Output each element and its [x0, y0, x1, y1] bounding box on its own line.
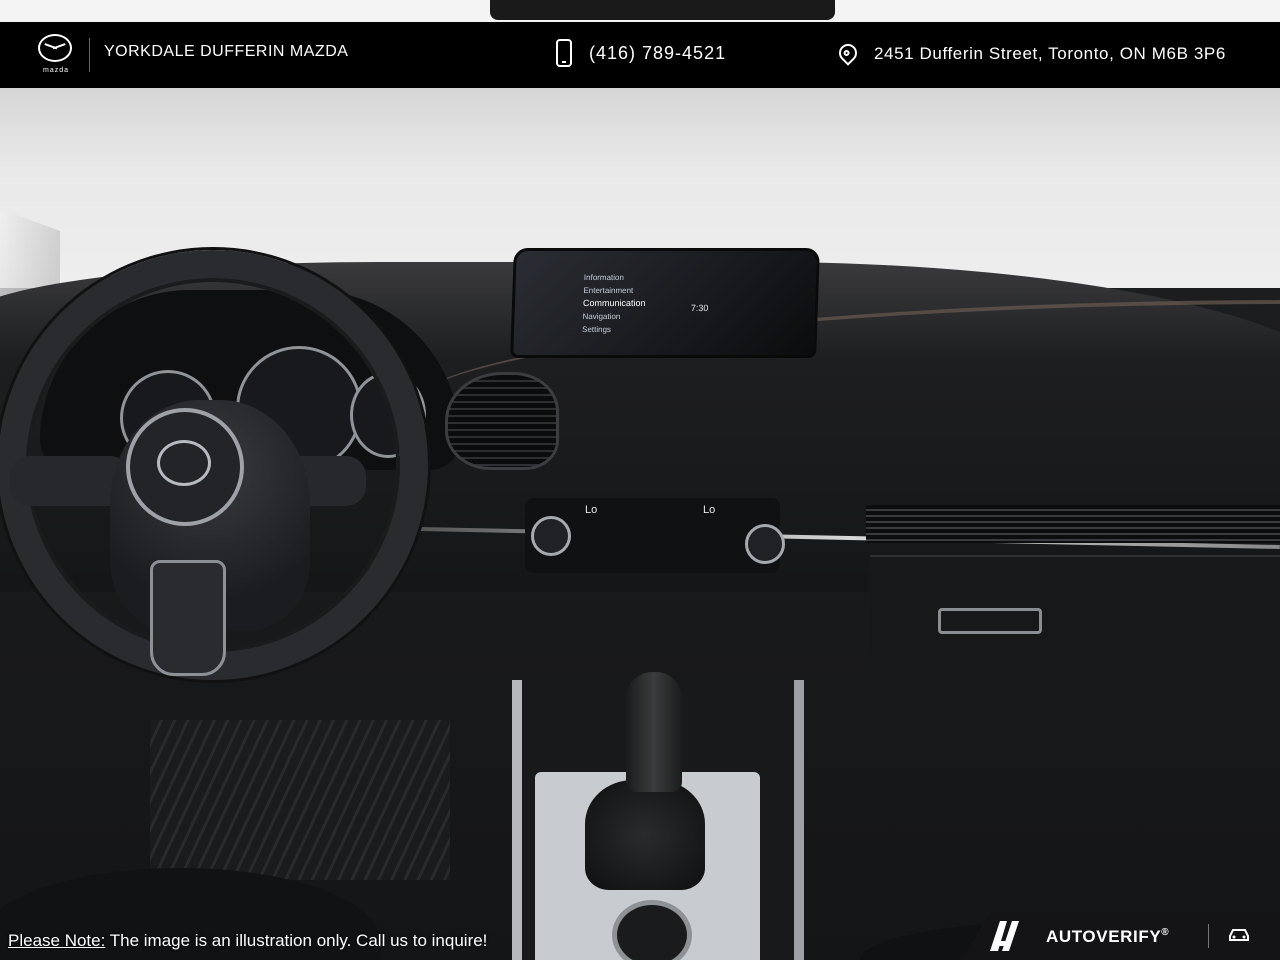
dealer-header: mazda YORKDALE DUFFERIN MAZDA (416) 789-…: [0, 22, 1280, 88]
gear-shift-knob: [626, 672, 682, 792]
autoverify-name: AUTOVERIFY: [1046, 927, 1162, 946]
climate-left-knob: [531, 516, 571, 556]
infotainment-menu: Information Entertainment Communication …: [582, 271, 647, 336]
climate-right-temp: Lo: [703, 504, 716, 516]
climate-right-knob: [745, 524, 785, 564]
infotainment-clock: 7:30: [690, 303, 709, 313]
infotainment-screen: Information Entertainment Communication …: [510, 248, 820, 358]
map-pin-icon: [835, 40, 861, 66]
illustration-note: Please Note: The image is an illustratio…: [8, 931, 487, 951]
dealer-phone-link[interactable]: (416) 789-4521: [589, 43, 726, 64]
mazda-logo-icon[interactable]: mazda: [34, 31, 78, 79]
climate-control-panel: Lo Lo: [525, 498, 785, 573]
autoverify-logo-icon: [990, 921, 1022, 951]
header-divider: [89, 38, 90, 72]
glovebox: [870, 555, 1280, 717]
windshield-top: [0, 0, 1280, 22]
rearview-mirror: [490, 0, 835, 20]
dealer-name: YORKDALE DUFFERIN MAZDA: [104, 43, 349, 60]
autoverify-badge[interactable]: AUTOVERIFY®: [962, 912, 1280, 960]
phone-icon: [556, 39, 572, 67]
note-label: Please Note:: [8, 931, 106, 950]
registered-mark: ®: [1161, 927, 1170, 938]
infotainment-menu-item: Information: [583, 273, 625, 282]
logo-emblem: [38, 34, 72, 62]
vehicle-interior-photo: Information Entertainment Communication …: [0, 0, 1280, 960]
dealer-address-link[interactable]: 2451 Dufferin Street, Toronto, ON M6B 3P…: [874, 44, 1226, 64]
badge-divider: [1208, 924, 1209, 948]
floor-mat-wrap: [150, 720, 450, 880]
steering-wheel-lower-spoke: [150, 560, 226, 676]
car-icon[interactable]: [1228, 928, 1250, 942]
shift-boot: [585, 780, 705, 890]
infotainment-menu-item: Navigation: [582, 312, 621, 321]
climate-left-temp: Lo: [585, 504, 598, 516]
left-air-vent: [445, 372, 559, 470]
infotainment-menu-item: Entertainment: [583, 286, 634, 295]
steering-emblem-icon: [126, 408, 244, 526]
infotainment-menu-item: Communication: [582, 298, 646, 308]
right-air-vent: [866, 505, 1280, 543]
glovebox-handle: [938, 608, 1042, 634]
infotainment-menu-item: Settings: [581, 325, 612, 334]
logo-wordmark: mazda: [42, 67, 69, 74]
note-text: The image is an illustration only. Call …: [105, 931, 488, 950]
autoverify-label: AUTOVERIFY®: [1046, 927, 1169, 947]
